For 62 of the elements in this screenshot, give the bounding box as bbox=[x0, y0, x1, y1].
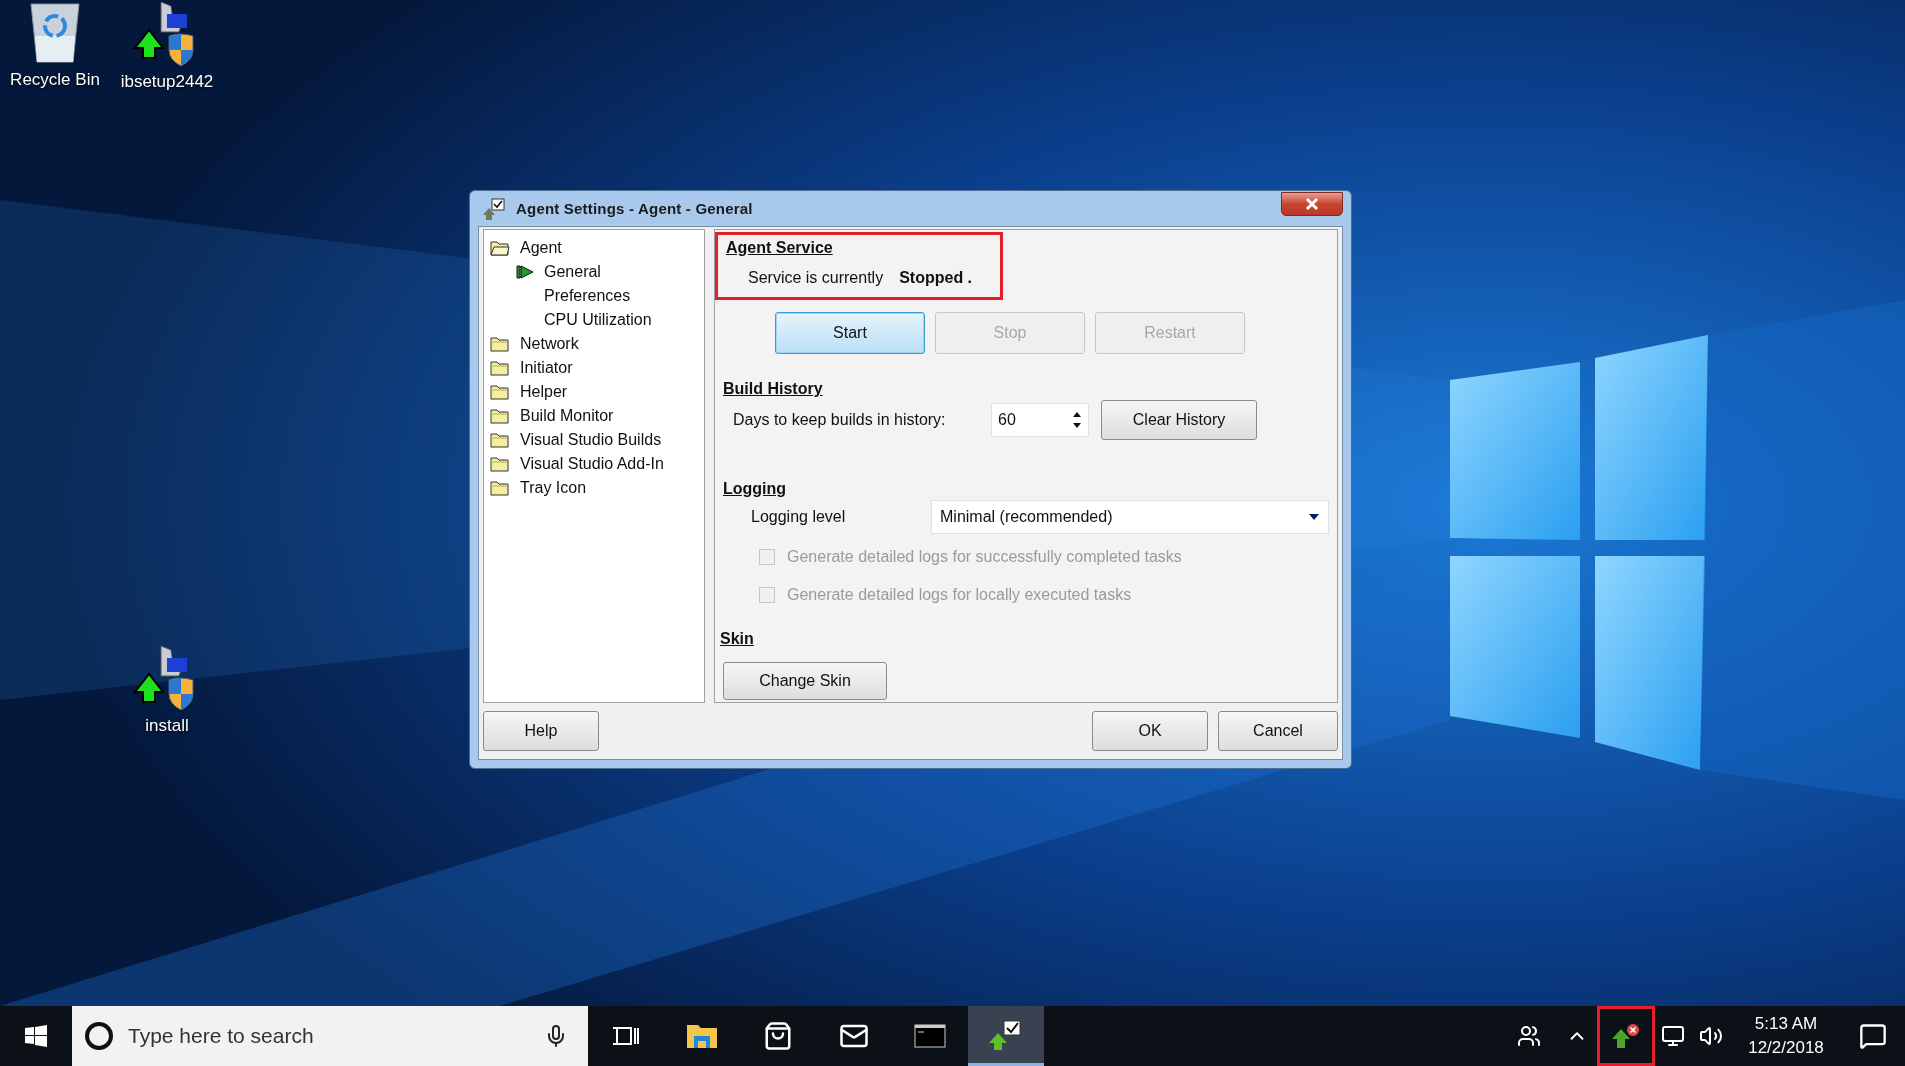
clear-history-button[interactable]: Clear History bbox=[1101, 400, 1257, 440]
close-icon bbox=[1305, 197, 1319, 210]
desktop-icon-label[interactable]: Recycle Bin bbox=[10, 70, 100, 90]
message-icon bbox=[1859, 1022, 1887, 1050]
tree-item[interactable]: Helper bbox=[518, 382, 570, 402]
desktop-icon-label[interactable]: install bbox=[145, 716, 189, 736]
tree-item[interactable]: General bbox=[542, 262, 603, 282]
checkmark-arrow-icon bbox=[988, 1018, 1024, 1051]
shopping-bag-icon bbox=[763, 1021, 793, 1051]
ok-button[interactable]: OK bbox=[1092, 711, 1208, 751]
status-value: Stopped . bbox=[899, 269, 973, 287]
folder-icon bbox=[490, 360, 510, 376]
tree-item[interactable]: Build Monitor bbox=[518, 406, 616, 426]
folder-icon bbox=[490, 384, 510, 400]
help-button[interactable]: Help bbox=[483, 711, 599, 751]
tree-item[interactable]: Initiator bbox=[518, 358, 575, 378]
folder-icon bbox=[686, 1023, 718, 1049]
console-icon bbox=[914, 1024, 946, 1048]
tree-item[interactable]: Preferences bbox=[542, 286, 633, 306]
folder-icon bbox=[490, 432, 510, 448]
speaker-icon bbox=[1699, 1024, 1723, 1048]
tree-item[interactable]: Network bbox=[518, 334, 581, 354]
folder-icon bbox=[490, 336, 510, 352]
taskbar-app-button[interactable] bbox=[968, 1006, 1044, 1066]
clock[interactable]: 5:13 AM 12/2/2018 bbox=[1731, 1006, 1841, 1066]
tree-item[interactable]: Visual Studio Builds bbox=[518, 430, 664, 450]
open-folder-icon bbox=[490, 240, 510, 256]
change-skin-button[interactable]: Change Skin bbox=[723, 662, 887, 700]
close-button[interactable] bbox=[1281, 191, 1343, 216]
tree-item[interactable]: CPU Utilization bbox=[542, 310, 654, 330]
section-heading: Logging bbox=[723, 480, 787, 498]
checkbox-label: Generate detailed logs for locally executed tasks bbox=[787, 586, 1132, 604]
tree-item[interactable]: Agent bbox=[518, 238, 564, 258]
logging-level-dropdown[interactable]: Minimal (recommended) bbox=[931, 500, 1329, 534]
monitor-icon bbox=[1661, 1024, 1685, 1048]
checkbox-label: Generate detailed logs for successfully completed tasks bbox=[787, 548, 1182, 566]
folder-icon bbox=[490, 456, 510, 472]
search-box[interactable]: Type here to search bbox=[72, 1006, 588, 1066]
days-spinner[interactable]: 60 bbox=[991, 403, 1089, 437]
dropdown-caret-icon bbox=[1308, 513, 1320, 521]
folder-icon bbox=[490, 408, 510, 424]
tree-error-icon bbox=[1611, 1023, 1641, 1049]
people-icon bbox=[1517, 1024, 1541, 1048]
section-heading: Skin bbox=[720, 630, 754, 648]
section-heading: Build History bbox=[723, 380, 823, 398]
checkmark-arrow-icon bbox=[482, 197, 506, 220]
circle-icon bbox=[84, 1021, 114, 1051]
folder-icon bbox=[490, 480, 510, 496]
spin-arrows-icon bbox=[1072, 410, 1082, 430]
desktop-icon-label[interactable]: ibsetup2442 bbox=[120, 72, 214, 92]
task-view-icon bbox=[613, 1025, 639, 1047]
window-title: Agent Settings - Agent - General bbox=[516, 200, 754, 217]
days-label: Days to keep builds in history: bbox=[733, 411, 947, 429]
logging-level-label: Logging level bbox=[751, 508, 847, 526]
tree-item[interactable]: Tray Icon bbox=[518, 478, 589, 498]
tray-app-button[interactable] bbox=[1597, 1006, 1655, 1066]
service-button[interactable]: Start bbox=[775, 312, 925, 354]
tree-item[interactable]: Visual Studio Add-In bbox=[518, 454, 666, 474]
windows-logo-icon bbox=[25, 1025, 47, 1047]
cancel-button[interactable]: Cancel bbox=[1218, 711, 1338, 751]
section-heading: Agent Service bbox=[726, 239, 834, 257]
status-label: Service is currently bbox=[748, 269, 884, 287]
